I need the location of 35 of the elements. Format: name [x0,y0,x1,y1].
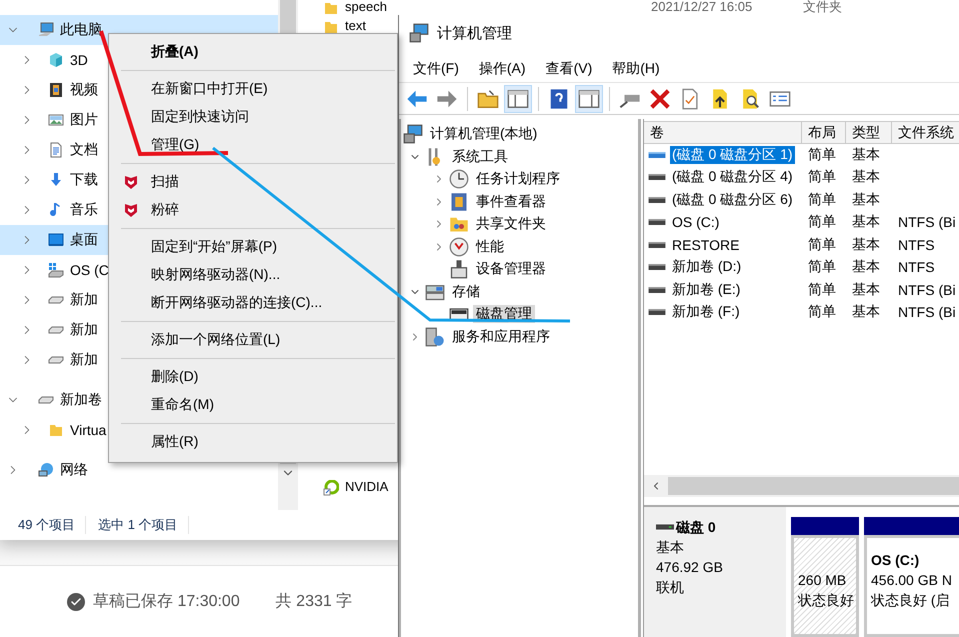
table-cell-text: NTFS [897,259,936,276]
table-cell-text: NTFS [897,236,936,253]
table-cell-text: NTFS (Bi [897,214,957,230]
table-cell-text: 简单 [807,280,837,299]
partition-size: 260 MB [798,571,848,590]
table-cell-text: 基本 [851,280,881,299]
window-title: 计算机管理 [437,24,512,42]
word-count: 共 2331 字 [276,592,352,612]
item-count: 49 个项目 [18,516,86,534]
table-cell-text: 基本 [851,236,881,254]
table-cell-text: 简单 [807,190,837,209]
table-cell-text: 简单 [807,213,837,232]
table-cell-text: NTFS (Bi [897,304,957,320]
partition-name: OS (C:) [871,551,920,570]
table-cell-text: 基本 [851,258,881,276]
table-cell-text: 基本 [851,303,881,322]
disk-name: 磁盘 0 [676,518,716,537]
partition-size: 456.00 GB N [871,571,953,590]
table-cell-text: 简单 [807,236,837,254]
table-cell-text: 简单 [807,146,837,164]
partition-status: 状态良好 [798,591,852,610]
table-cell-text: 简单 [807,258,837,276]
table-cell-text: 基本 [851,146,881,164]
table-cell-text: 基本 [851,213,881,232]
table-cell-text: 简单 [807,303,837,322]
table-cell-text: 基本 [851,168,881,186]
disk-status: 联机 [656,578,685,597]
table-cell-text: 简单 [807,168,837,186]
disk-size: 476.92 GB [656,558,724,577]
selection-count: 选中 1 个项目 [98,516,189,534]
table-cell-text: 基本 [851,190,881,209]
partition-status: 状态良好 (启 [871,591,951,610]
table-cell-text: NTFS (Bi [897,282,957,298]
disk-type: 基本 [656,538,685,557]
save-status: 草稿已保存 17:30:00 [93,592,240,612]
